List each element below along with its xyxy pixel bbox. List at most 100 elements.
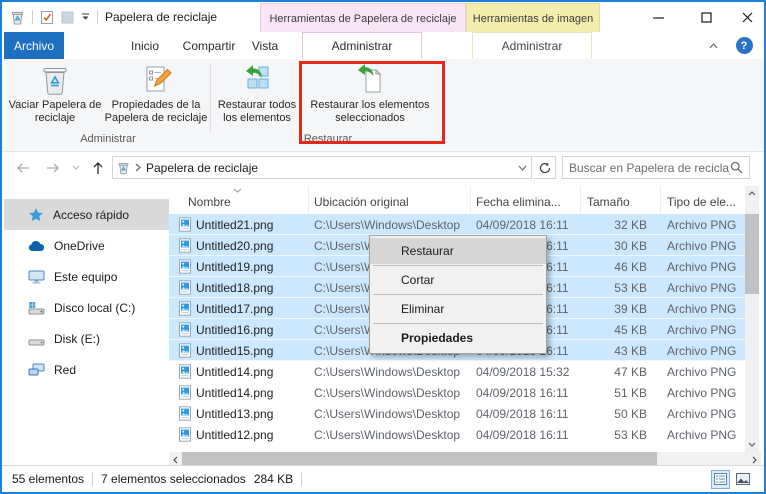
minimize-icon [653, 12, 664, 23]
status-selected-items: 7 elementos seleccionados [101, 472, 246, 486]
png-file-icon [178, 322, 192, 337]
up-button[interactable] [87, 152, 109, 183]
forward-button[interactable] [42, 152, 64, 183]
file-name: Untitled14.png [196, 386, 311, 400]
column-header-tipo[interactable]: Tipo de ele... [661, 186, 745, 214]
column-header-tamano[interactable]: Tamaño [581, 186, 661, 214]
thumbnail-view-button[interactable] [733, 470, 752, 489]
ribbon: Vaciar Papelera de reciclaje Propiedades… [2, 59, 764, 152]
properties-icon [140, 63, 172, 97]
file-name: Untitled13.png [196, 407, 311, 421]
tab-administrar-image[interactable]: Administrar [472, 32, 592, 59]
file-type: Archivo PNG [667, 323, 745, 337]
file-size: 39 KB [567, 302, 647, 316]
vertical-scroll-thumb[interactable] [745, 214, 759, 294]
file-row[interactable]: Untitled12.png C:\Users\Windows\Desktop … [169, 424, 747, 445]
empty-recycle-bin-button[interactable]: Vaciar Papelera de reciclaje [8, 63, 102, 125]
tab-vista[interactable]: Vista [242, 32, 288, 59]
maximize-button[interactable] [691, 2, 721, 32]
file-size: 45 KB [567, 323, 647, 337]
cloud-icon [28, 240, 45, 252]
sidebar-item-label: Disco local (C:) [54, 301, 135, 315]
tool-tab-header-image: Herramientas de imagen [466, 3, 600, 33]
tool-tab-header-recycle: Herramientas de Papelera de reciclaje [260, 3, 466, 33]
computer-icon [28, 269, 45, 284]
column-header-fecha[interactable]: Fecha elimina... [471, 186, 581, 214]
scroll-up-button[interactable] [745, 186, 759, 201]
tab-inicio[interactable]: Inicio [114, 32, 176, 59]
file-name: Untitled17.png [196, 302, 311, 316]
address-bar: Papelera de reciclaje Buscar en Papelera… [2, 152, 764, 183]
sidebar-item-red[interactable]: Red [4, 354, 169, 385]
sidebar-item-label: Red [54, 363, 76, 377]
scroll-down-button[interactable] [745, 437, 759, 452]
chevron-right-icon [752, 456, 757, 464]
file-size: 51 KB [567, 386, 647, 400]
file-size: 30 KB [567, 239, 647, 253]
file-type: Archivo PNG [667, 260, 745, 274]
sidebar-item-disco-local-c[interactable]: Disco local (C:) [4, 292, 169, 323]
status-selection-size: 284 KB [254, 472, 293, 486]
context-menu-item-eliminar[interactable]: Eliminar [370, 296, 546, 322]
status-bar: 55 elementos 7 elementos seleccionados 2… [2, 465, 764, 492]
png-file-icon [178, 406, 192, 421]
ribbon-button-label: Restaurar todos los elementos [214, 99, 300, 125]
customize-toolbar-chevron-icon[interactable] [81, 13, 90, 21]
vertical-scrollbar[interactable] [745, 186, 759, 452]
file-type: Archivo PNG [667, 386, 745, 400]
sidebar-item-acceso-rapido[interactable]: Acceso rápido [4, 199, 169, 230]
file-size: 53 KB [567, 428, 647, 442]
close-button[interactable] [732, 2, 762, 32]
collapse-ribbon-button[interactable] [702, 32, 724, 59]
chevron-left-icon [173, 456, 178, 464]
minimize-button[interactable] [643, 2, 673, 32]
restore-check-icon[interactable] [40, 10, 54, 25]
drive-icon [28, 332, 45, 346]
png-file-icon [178, 280, 192, 295]
context-menu-item-restaurar[interactable]: Restaurar [370, 238, 546, 264]
file-name: Untitled16.png [196, 323, 311, 337]
address-dropdown-chevron-icon[interactable] [518, 165, 527, 171]
back-button[interactable] [12, 152, 34, 183]
network-icon [28, 363, 45, 377]
sidebar-item-label: Este equipo [54, 270, 117, 284]
column-header-ubicacion[interactable]: Ubicación original [309, 186, 471, 214]
file-row[interactable]: Untitled21.png C:\Users\Windows\Desktop … [169, 214, 747, 235]
ribbon-button-label: Vaciar Papelera de reciclaje [8, 99, 102, 125]
file-row[interactable]: Untitled14.png C:\Users\Windows\Desktop … [169, 382, 747, 403]
address-box[interactable]: Papelera de reciclaje [112, 156, 532, 179]
details-view-button[interactable] [711, 470, 730, 489]
file-type: Archivo PNG [667, 344, 745, 358]
file-row[interactable]: Untitled13.png C:\Users\Windows\Desktop … [169, 403, 747, 424]
breadcrumb-path[interactable]: Papelera de reciclaje [146, 161, 513, 175]
context-menu-item-cortar[interactable]: Cortar [370, 267, 546, 293]
sidebar-item-este-equipo[interactable]: Este equipo [4, 261, 169, 292]
context-menu-item-propiedades[interactable]: Propiedades [370, 325, 546, 351]
context-menu: Restaurar Cortar Eliminar Propiedades [369, 235, 547, 354]
file-size: 50 KB [567, 407, 647, 421]
explorer-window: Papelera de reciclaje Herramientas de Pa… [0, 0, 766, 494]
divider [301, 472, 302, 486]
menu-separator [373, 265, 543, 266]
sidebar-item-onedrive[interactable]: OneDrive [4, 230, 169, 261]
search-box[interactable]: Buscar en Papelera de reciclaje [562, 156, 750, 179]
recent-locations-button[interactable] [68, 152, 84, 183]
search-icon[interactable] [730, 161, 743, 174]
file-row[interactable]: Untitled14.png C:\Users\Windows\Desktop … [169, 361, 747, 382]
sidebar-item-disk-e[interactable]: Disk (E:) [4, 323, 169, 354]
file-name: Untitled18.png [196, 281, 311, 295]
drive-windows-icon [28, 301, 45, 315]
file-name: Untitled19.png [196, 260, 311, 274]
window-title: Papelera de reciclaje [105, 10, 217, 24]
tab-compartir[interactable]: Compartir [176, 32, 242, 59]
tab-administrar-recycle[interactable]: Administrar [302, 32, 422, 59]
png-file-icon [178, 427, 192, 442]
tab-archivo[interactable]: Archivo [4, 32, 64, 59]
file-type: Archivo PNG [667, 218, 745, 232]
help-button[interactable]: ? [732, 32, 756, 59]
inactive-tool-icon[interactable] [61, 11, 74, 24]
recycle-bin-properties-button[interactable]: Propiedades de la Papelera de reciclaje [104, 63, 208, 125]
restore-all-items-button[interactable]: Restaurar todos los elementos [214, 63, 300, 125]
ribbon-button-label: Propiedades de la Papelera de reciclaje [104, 99, 208, 125]
refresh-button[interactable] [534, 156, 556, 179]
